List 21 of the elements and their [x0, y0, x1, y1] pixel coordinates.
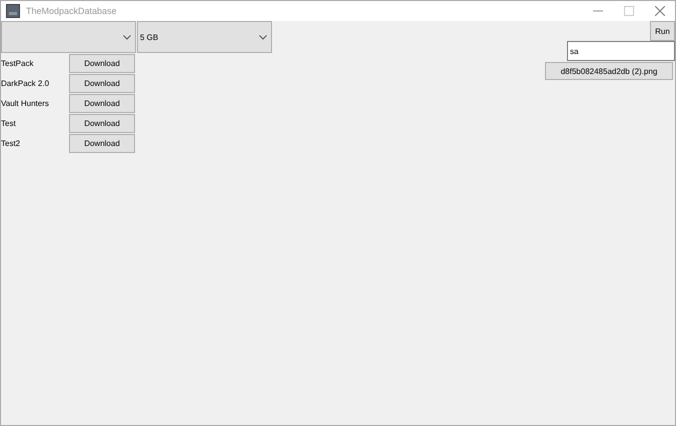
download-button[interactable]: Download: [69, 114, 135, 132]
download-button[interactable]: Download: [69, 134, 135, 152]
close-icon: [654, 6, 664, 16]
file-button[interactable]: d8f5b082485ad2db (2).png: [545, 62, 673, 80]
download-button[interactable]: Download: [69, 54, 135, 72]
window-title: TheModpackDatabase: [26, 6, 117, 16]
input-field[interactable]: sa: [567, 41, 675, 61]
modpack-name: Vault Hunters: [1, 98, 50, 108]
run-button[interactable]: Run: [650, 21, 675, 41]
modpack-name: TestPack: [1, 58, 34, 68]
dropdown[interactable]: [1, 21, 136, 53]
modpack-name: Test2: [1, 138, 22, 148]
dropdown[interactable]: 5 GB: [137, 21, 272, 53]
modpack-name: DarkPack 2.0: [1, 78, 50, 88]
maximize-icon: [624, 6, 634, 16]
app-icon: [6, 4, 20, 18]
download-button[interactable]: Download: [69, 74, 135, 92]
chevron-icon: [123, 34, 131, 40]
chevron-icon: [259, 34, 267, 40]
modpack-name: Test: [1, 118, 17, 128]
download-button[interactable]: Download: [69, 94, 135, 112]
